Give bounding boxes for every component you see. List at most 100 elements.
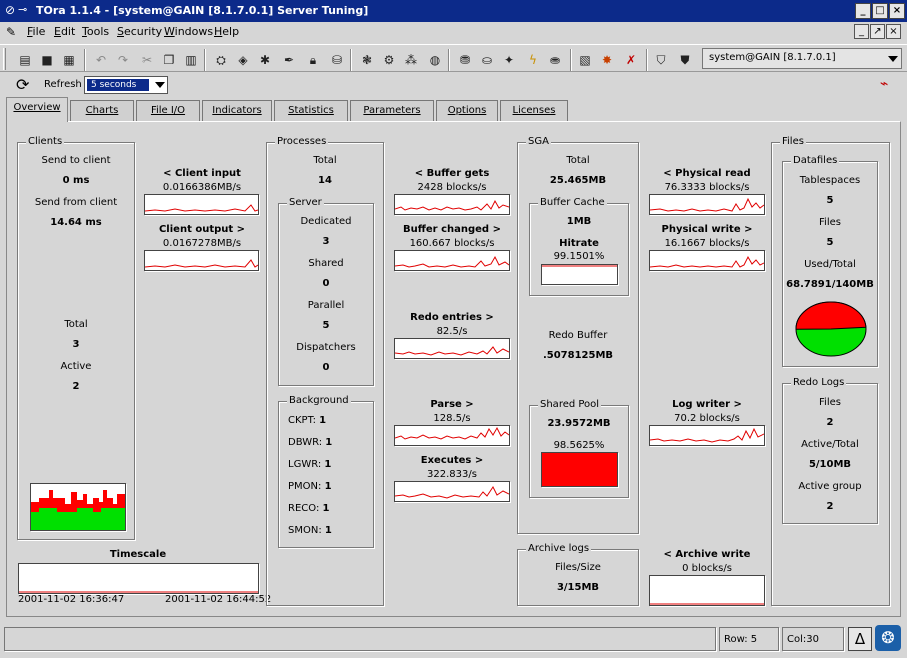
clients-title: Clients xyxy=(26,136,65,147)
sql-editor-icon[interactable]: ◈ xyxy=(234,51,252,69)
executes-label: Executes > xyxy=(420,455,484,466)
title-bar: ⊘ ⊸ TOra 1.1.4 - [system@GAIN [8.1.7.0.1… xyxy=(0,0,907,22)
bulb-icon[interactable]: ✦ xyxy=(500,51,518,69)
menu-windows[interactable]: Windows xyxy=(164,25,213,38)
shared-label: Shared xyxy=(308,258,344,269)
background-item: LGWR: 1 xyxy=(288,459,332,470)
processes-total-label: Total xyxy=(313,155,337,166)
tab-licenses[interactable]: Licenses xyxy=(500,100,568,121)
undo-icon[interactable]: ↶ xyxy=(92,51,110,69)
copy-icon[interactable]: ❐ xyxy=(160,51,178,69)
menu-file[interactable]: File xyxy=(27,25,45,38)
tab-parameters[interactable]: Parameters xyxy=(350,100,434,121)
datafiles-files-label: Files xyxy=(819,217,841,228)
clients-total-value: 3 xyxy=(72,339,80,350)
hitrate-value: 99.1501% xyxy=(553,251,605,262)
archive-write-label: < Archive write xyxy=(663,549,751,560)
archive-write-graph xyxy=(649,575,765,606)
redo-files-value: 2 xyxy=(826,417,834,428)
explain-icon[interactable]: ✸ xyxy=(598,51,616,69)
maximize-button[interactable]: □ xyxy=(872,3,888,19)
refresh-value: 5 seconds xyxy=(87,79,149,91)
app-menu-icon[interactable]: ⊘ xyxy=(5,3,15,17)
gear-icon[interactable]: ⚙ xyxy=(380,51,398,69)
files-title: Files xyxy=(780,136,806,147)
save-file-icon[interactable]: ■ xyxy=(38,51,56,69)
clients-active-value: 2 xyxy=(72,381,80,392)
network-icon[interactable]: ⁂ xyxy=(402,51,420,69)
tab-overview[interactable]: Overview xyxy=(6,97,68,122)
rollback-icon[interactable]: ⛊ xyxy=(676,51,694,69)
tablespaces-label: Tablespaces xyxy=(799,175,861,186)
tab-statistics[interactable]: Statistics xyxy=(274,100,348,121)
client-input-graph xyxy=(144,194,259,215)
debugger-icon[interactable]: ✱ xyxy=(256,51,274,69)
shared-pool-value: 23.9572MB xyxy=(547,418,611,429)
client-input-value: 0.0166386MB/s xyxy=(162,182,242,193)
pie-used-slice xyxy=(795,301,867,330)
pin-icon[interactable]: ⊸ xyxy=(18,3,27,16)
toolbar-separator xyxy=(570,49,572,71)
server-title: Server xyxy=(287,197,324,208)
paste-icon[interactable]: ▥ xyxy=(182,51,200,69)
datafiles-pie-chart xyxy=(795,301,867,357)
menu-edit[interactable]: Edit xyxy=(54,25,75,38)
dedicated-label: Dedicated xyxy=(300,216,352,227)
open-file-icon[interactable]: ▤ xyxy=(16,51,34,69)
database-icon[interactable]: ⛁ xyxy=(328,51,346,69)
sga-total-label: Total xyxy=(566,155,590,166)
menu-help[interactable]: Help xyxy=(214,25,239,38)
print-icon[interactable]: ▦ xyxy=(60,51,78,69)
mdi-restore-button[interactable]: ↗ xyxy=(870,24,885,39)
parse-value: 128.5/s xyxy=(433,413,471,424)
toolbar-separator xyxy=(448,49,450,71)
background-group: Background CKPT: 1 DBWR: 1 LGWR: 1 PMON:… xyxy=(278,395,374,548)
archive-files-size-value: 3/15MB xyxy=(556,582,600,593)
flash-icon[interactable]: ϟ xyxy=(524,51,542,69)
connection-select[interactable]: system@GAIN [8.1.7.0.1] xyxy=(702,48,902,69)
sql-output-icon[interactable]: ▧ xyxy=(576,51,594,69)
globe-icon[interactable]: ◍ xyxy=(426,51,444,69)
datafiles-title: Datafiles xyxy=(791,155,840,166)
tab-charts[interactable]: Charts xyxy=(70,100,134,121)
toolbar-separator xyxy=(646,49,648,71)
tab-file-io[interactable]: File I/O xyxy=(136,100,200,121)
commit-icon[interactable]: ⛉ xyxy=(652,51,670,69)
client-output-value: 0.0167278MB/s xyxy=(162,238,242,249)
disconnect-icon[interactable]: ⌁ xyxy=(880,76,888,92)
parallel-value: 5 xyxy=(322,320,330,331)
mdi-close-button[interactable]: × xyxy=(886,24,901,39)
storage-icon[interactable]: ⛃ xyxy=(456,51,474,69)
close-button[interactable]: × xyxy=(889,3,905,19)
refresh-select[interactable]: 5 seconds xyxy=(84,76,168,94)
cut-icon[interactable]: ✂ xyxy=(138,51,156,69)
parallel-label: Parallel xyxy=(307,300,345,311)
menu-tools[interactable]: Tools xyxy=(82,25,109,38)
server-group: Server Dedicated 3 Shared 0 Parallel 5 D… xyxy=(278,197,374,386)
tools-icon[interactable]: ✗ xyxy=(622,51,640,69)
archive-logs-group: Archive logs Files/Size 3/15MB xyxy=(517,543,639,606)
mdi-minimize-button[interactable]: _ xyxy=(854,24,869,39)
minimize-button[interactable]: _ xyxy=(855,3,871,19)
used-total-label: Used/Total xyxy=(804,259,856,270)
delta-button[interactable]: Δ xyxy=(848,627,872,651)
dispatchers-label: Dispatchers xyxy=(296,342,356,353)
pen-icon[interactable]: ✒ xyxy=(280,51,298,69)
menu-security[interactable]: Security xyxy=(117,25,162,38)
schema-icon[interactable]: ⛂ xyxy=(546,51,564,69)
executes-value: 322.833/s xyxy=(427,469,477,480)
lock-icon[interactable]: 🔒︎ xyxy=(304,51,322,69)
active-total-label: Active/Total xyxy=(801,439,859,450)
clients-active-area xyxy=(31,508,125,530)
redo-icon[interactable]: ↷ xyxy=(114,51,132,69)
tab-indicators[interactable]: Indicators xyxy=(202,100,272,121)
dispatchers-value: 0 xyxy=(322,362,330,373)
sga-total-value: 25.465MB xyxy=(549,175,607,186)
new-connection-icon[interactable]: ⛭ xyxy=(212,51,230,69)
refresh-icon[interactable]: ⟳ xyxy=(16,75,29,94)
tablespaces-value: 5 xyxy=(826,195,834,206)
sessions-icon[interactable]: ⛀ xyxy=(478,51,496,69)
tab-options[interactable]: Options xyxy=(436,100,498,121)
tuning-icon[interactable]: ❃ xyxy=(358,51,376,69)
processes-total-value: 14 xyxy=(318,175,332,186)
